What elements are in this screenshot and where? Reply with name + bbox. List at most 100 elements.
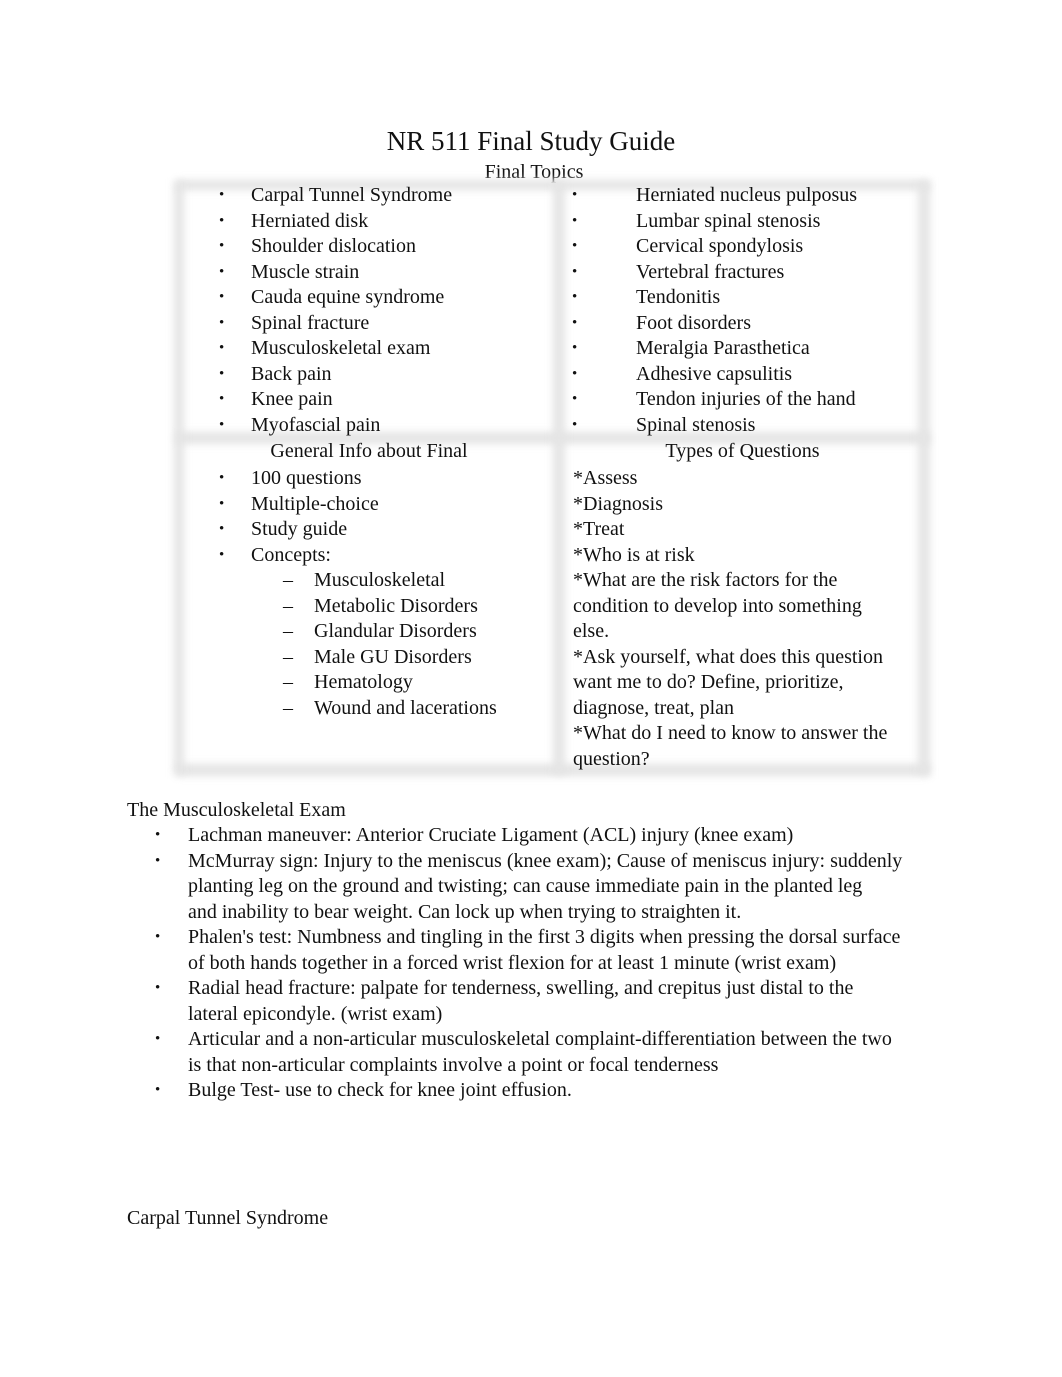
bullet-icon: • [572,365,578,382]
msk-exam-item: • Phalen's test: Numbness and tingling in… [127,925,944,976]
list-item-text: Herniated nucleus pulposus [636,184,858,206]
topic-item: • Foot disorders [572,311,912,337]
msk-exam-item-line: Radial head fracture: palpate for tender… [188,977,854,999]
list-item-text: Knee pain [251,388,333,410]
question-type-line: want me to do? Define, prioritize, [573,671,844,693]
general-info-item: • Concepts: [219,543,554,569]
list-item-text: Multiple-choice [251,492,379,515]
list-item-text: Lumbar spinal stenosis [636,209,821,232]
table-border-center [553,182,565,774]
msk-exam-item-line: of both hands together in a forced wrist… [188,951,837,974]
question-type-line: question? [573,747,650,770]
bullet-icon: • [219,289,225,305]
list-item-text: Musculoskeletal exam [251,337,431,359]
concept-item: – Musculoskeletal [283,568,554,594]
concepts-list: – Musculoskeletal – Metabolic Disorders – Gla… [283,568,554,721]
msk-exam-item-line: Bulge Test- use to check for knee joint … [188,1079,572,1101]
msk-exam-item: • Bulge Test- use to check for knee joint… [127,1078,944,1104]
topics-left-list: • Carpal Tunnel Syndrome • Herniated disk • S… [219,183,549,438]
bullet-icon: • [155,852,161,869]
bullet-icon: • [572,212,578,229]
concept-item: – Male GU Disorders [283,645,554,671]
question-type-line: else. [573,620,610,642]
list-item-text: Myofascial pain [251,413,381,436]
msk-exam-item-line: is that non-articular complaints involve… [188,1053,719,1076]
bullet-icon: • [219,521,225,537]
bullet-icon: • [219,495,225,512]
concept-item: – Metabolic Disorders [283,594,554,620]
topic-item: • Herniated nucleus pulposus [572,183,912,209]
list-item-text: Shoulder dislocation [251,235,416,257]
question-type-line: *Treat [573,518,625,540]
list-item-text: Tendonitis [636,286,721,308]
topic-item: • Cervical spondylosis [572,234,912,260]
topic-item: • Spinal fracture [219,311,549,337]
list-item-text: Tendon injuries of the hand [636,388,856,410]
question-type-line: *What are the risk factors for the [573,569,838,591]
msk-exam-item-line: and inability to bear weight. Can lock u… [188,900,742,923]
msk-exam-item-line: lateral epicondyle. (wrist exam) [188,1002,443,1025]
table-border-left [174,182,184,774]
msk-exam-item: • McMurray sign: Injury to the meniscus (… [127,849,944,926]
list-item-text: Back pain [251,362,332,385]
bullet-icon: • [572,238,578,254]
list-item-text: Study guide [251,518,348,540]
question-type-line: *Assess [573,467,638,489]
bullet-icon: • [155,1031,161,1047]
general-info-item: • 100 questions [219,466,554,492]
msk-exam-item-line: Lachman maneuver: Anterior Cruciate Liga… [188,824,794,846]
bullet-icon: – [283,696,293,719]
general-info-list: • 100 questions • Multiple-choice • Study gui… [219,466,554,568]
list-item-text: Wound and lacerations [314,696,497,719]
concept-item: – Glandular Disorders [283,619,554,645]
topic-item: • Herniated disk [219,209,549,235]
document-title: NR 511 Final Study Guide [386,126,676,156]
question-type-line: *What do I need to know to answer the [573,722,888,744]
bullet-icon: • [572,416,578,433]
topic-item: • Knee pain [219,387,549,413]
msk-exam-item: • Articular and a non-articular musculosk… [127,1027,944,1078]
topic-item: • Tendon injuries of the hand [572,387,912,413]
bullet-icon: • [572,263,578,280]
list-item-text: Vertebral fractures [636,260,785,283]
topics-right-list: • Herniated nucleus pulposus • Lumbar spina… [572,183,912,438]
bullet-icon: • [219,546,225,563]
topic-item: • Meralgia Parasthetica [572,336,912,362]
topic-item: • Musculoskeletal exam [219,336,549,362]
topic-item: • Back pain [219,362,549,388]
topic-item: • Muscle strain [219,260,549,286]
list-item-text: Concepts: [251,543,331,566]
bullet-icon: • [219,187,225,203]
bullet-icon: • [219,416,225,433]
list-item-text: Cervical spondylosis [636,235,804,257]
list-item-text: Male GU Disorders [314,645,472,668]
topic-item: • Vertebral fractures [572,260,912,286]
msk-exam-list: • Lachman maneuver: Anterior Cruciate Lig… [127,823,944,1104]
list-item-text: Spinal fracture [251,311,370,334]
topic-item: • Shoulder dislocation [219,234,549,260]
bullet-icon: • [219,263,225,280]
bullet-icon: – [283,594,293,617]
msk-exam-item-line: planting leg on the ground and twisting;… [188,875,863,897]
bullet-icon: • [219,365,225,382]
bullet-icon: • [219,238,225,254]
bullet-icon: • [155,929,161,945]
list-item-text: Adhesive capsulitis [636,362,793,385]
msk-exam-item-line: McMurray sign: Injury to the meniscus (k… [188,849,903,872]
bullet-icon: • [155,1082,161,1098]
topic-item: • Lumbar spinal stenosis [572,209,912,235]
list-item-text: Herniated disk [251,209,369,232]
list-item-text: Cauda equine syndrome [251,286,445,308]
list-item-text: Musculoskeletal [314,569,446,591]
concept-item: – Hematology [283,670,554,696]
bullet-icon: • [219,470,225,486]
general-info-item: • Study guide [219,517,554,543]
question-type-line: diagnose, treat, plan [573,696,735,719]
question-types-heading: Types of Questions [665,440,820,462]
bullet-icon: • [219,212,225,229]
question-type-line: condition to develop into something [573,594,862,617]
question-type-line: *Diagnosis [573,492,663,515]
concept-item: – Wound and lacerations [283,696,554,722]
list-item-text: Spinal stenosis [636,413,756,436]
question-types-list: *Assess *Diagnosis *Treat *Who is at risk *W… [573,466,920,772]
